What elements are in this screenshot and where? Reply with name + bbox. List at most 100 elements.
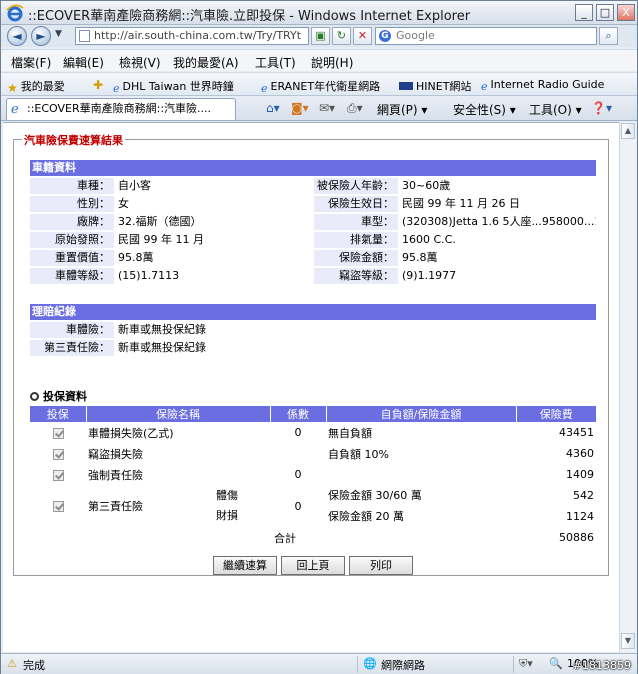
scroll-up-icon[interactable]: ▲ xyxy=(621,123,635,139)
address-bar: ◄ ► ▼ http://air.south-china.com.tw/Try/… xyxy=(1,25,637,47)
back-button[interactable]: ◄ xyxy=(7,26,27,46)
coverage-factor xyxy=(270,443,326,464)
favorites-button[interactable]: ★ 我的最愛 xyxy=(7,78,65,95)
page-menu[interactable]: 網頁(P) ▾ xyxy=(377,101,427,118)
coverage-premium: 1124 xyxy=(566,510,594,523)
menu-view[interactable]: 檢視(V) xyxy=(119,54,161,71)
vehicle-info-row: 重置價值： 95.8萬 保險金額： 95.8萬 xyxy=(30,250,596,266)
coverage-name: 車體損失險(乙式) xyxy=(86,422,270,443)
vehicle-field-value: 1600 C.C. xyxy=(402,233,456,246)
zone-text: 網際網路 xyxy=(381,659,425,672)
forward-button[interactable]: ► xyxy=(31,26,51,46)
vehicle-field-label: 原始發照： xyxy=(30,232,114,248)
help-icon[interactable]: ❓▾ xyxy=(591,101,612,115)
menu-edit[interactable]: 編輯(E) xyxy=(63,54,104,71)
maximize-button[interactable]: □ xyxy=(596,4,614,21)
hinet-icon xyxy=(399,82,413,90)
safety-menu-label: 安全性(S) xyxy=(453,103,506,117)
table-row: 強制責任險 0 1409 xyxy=(30,464,596,485)
search-go-icon[interactable]: ⌕ xyxy=(599,27,618,45)
coverage-name: 竊盜損失險 xyxy=(86,443,270,464)
back-page-button[interactable]: 回上頁 xyxy=(281,556,345,575)
scroll-down-icon[interactable]: ▼ xyxy=(621,633,635,649)
vehicle-info-row: 車種： 自小客 被保險人年齡： 30~60歲 xyxy=(30,178,596,194)
vehicle-field-value: (9)1.1977 xyxy=(402,269,457,282)
tab-ecover[interactable]: ℯ ::ECOVER華南產險商務網::汽車險.... xyxy=(6,98,236,120)
col-premium: 保險費 xyxy=(516,406,596,422)
vehicle-field-value: 30~60歲 xyxy=(402,179,451,192)
insurance-table: 投保 保險名稱 係數 自負額/保險金額 保險費 車體損失險(乙式) 0 無自負額… xyxy=(30,406,596,548)
vertical-scrollbar[interactable]: ▲ ▼ xyxy=(619,122,636,652)
url-field[interactable]: http://air.south-china.com.tw/Try/TRYt xyxy=(75,27,309,45)
fav-link-hinet[interactable]: HINET網站 xyxy=(399,78,471,94)
fav-link-eranet[interactable]: ℯ ERANET年代衛星網路 xyxy=(261,78,381,95)
tab-bar: ℯ ::ECOVER華南產險商務網::汽車險.... ⌂▾ ◙▾ ✉▾ ⎙▾ 網… xyxy=(1,96,637,121)
print-button[interactable]: 列印 xyxy=(349,556,413,575)
tools-menu[interactable]: 工具(O) ▾ xyxy=(529,101,582,118)
coverage-premium: 4360 xyxy=(516,443,596,464)
fav-link-dhl[interactable]: ℯ DHL Taiwan 世界時鐘 xyxy=(113,78,234,95)
print-icon[interactable]: ⎙▾ xyxy=(347,101,363,116)
coverage-name: 強制責任險 xyxy=(86,464,270,485)
col-insure: 投保 xyxy=(30,406,87,422)
vehicle-field-label: 重置價值： xyxy=(30,250,114,266)
table-row: 車體損失險(乙式) 0 無自負額 43451 xyxy=(30,422,596,443)
vehicle-field-value: 女 xyxy=(118,197,129,210)
coverage-premium: 1409 xyxy=(516,464,596,485)
minimize-button[interactable]: _ xyxy=(575,4,593,21)
insurance-title: 投保資料 xyxy=(30,388,87,404)
insure-checkbox[interactable] xyxy=(52,501,64,512)
vehicle-field-value: 32.福斯（德國） xyxy=(118,215,202,228)
page-icon xyxy=(79,30,90,42)
insure-checkbox[interactable] xyxy=(52,448,64,460)
fav-link-hinet-label: HINET網站 xyxy=(416,80,472,93)
feeds-icon[interactable]: ◙▾ xyxy=(291,101,309,115)
home-icon[interactable]: ⌂▾ xyxy=(266,101,280,115)
coverage-factor: 0 xyxy=(270,485,326,527)
status-divider xyxy=(357,656,358,673)
status-divider xyxy=(513,656,514,673)
refresh-icon[interactable]: ↻ xyxy=(332,27,351,45)
insurance-title-text: 投保資料 xyxy=(43,390,87,403)
search-field[interactable]: G Google xyxy=(375,27,597,45)
favorites-label: 我的最愛 xyxy=(20,80,65,93)
google-icon: G xyxy=(379,30,391,42)
continue-quote-button[interactable]: 繼續速算 xyxy=(213,556,277,575)
status-bar: ⚠ 完成 🌐 網際網路 ⛨▾ 🔍 100% xyxy=(1,653,637,674)
favorites-bar: ★ 我的最愛 ✚ ℯ DHL Taiwan 世界時鐘 ℯ ERANET年代衛星網路 H… xyxy=(1,72,637,96)
vehicle-field-value: 民國 99 年 11 月 26 日 xyxy=(402,197,520,210)
history-dropdown-icon[interactable]: ▼ xyxy=(55,29,62,39)
vehicle-field-label: 廠牌： xyxy=(30,214,114,230)
stop-icon[interactable]: ✕ xyxy=(353,27,372,45)
add-favorite-icon[interactable]: ✚ xyxy=(93,78,103,92)
safety-menu[interactable]: 安全性(S) ▾ xyxy=(453,101,516,118)
page-content: 汽車險保費速算結果 車籍資料 車種： 自小客 被保險人年齡： 30~60歲 性別：女保險… xyxy=(3,122,619,652)
insure-checkbox[interactable] xyxy=(52,469,64,481)
menu-help[interactable]: 說明(H) xyxy=(311,54,353,71)
third-party-injury-label: 體傷 xyxy=(216,489,238,502)
fav-link-eranet-label: ERANET年代衛星網路 xyxy=(270,80,381,93)
menu-file[interactable]: 檔案(F) xyxy=(11,54,51,71)
protected-mode-icon[interactable]: ⛨▾ xyxy=(519,657,533,671)
tab-label: ::ECOVER華南產險商務網::汽車險.... xyxy=(27,102,212,115)
third-party-cell: 第三責任險 體傷 財損 xyxy=(86,485,270,527)
menu-tools[interactable]: 工具(T) xyxy=(255,54,296,71)
menu-favorites[interactable]: 我的最愛(A) xyxy=(173,54,239,71)
vehicle-field-label: 竊盜等級： xyxy=(314,268,398,284)
compat-view-icon[interactable]: ▣ xyxy=(311,27,330,45)
total-label: 合計 xyxy=(86,527,326,548)
vehicle-field-value: (15)1.7113 xyxy=(118,269,180,282)
vehicle-field-value: 自小客 xyxy=(118,179,151,192)
coverage-deductible: 保險金額 20 萬 xyxy=(328,510,404,523)
fav-link-radio[interactable]: ℯ Internet Radio Guide xyxy=(481,78,605,93)
vehicle-info-row: 車體等級： (15)1.7113 竊盜等級： (9)1.1977 xyxy=(30,268,596,284)
globe-icon: 🌐 xyxy=(363,657,377,670)
claims-field-label: 車體險： xyxy=(30,322,114,338)
mail-icon[interactable]: ✉▾ xyxy=(319,101,335,115)
ie-logo-icon xyxy=(6,4,24,22)
fav-link-radio-label: Internet Radio Guide xyxy=(490,78,605,91)
zoom-icon[interactable]: 🔍 xyxy=(549,657,563,670)
close-window-button[interactable]: X xyxy=(617,4,635,21)
insure-checkbox[interactable] xyxy=(52,427,64,439)
coverage-deductible: 保險金額 30/60 萬 xyxy=(328,489,422,502)
